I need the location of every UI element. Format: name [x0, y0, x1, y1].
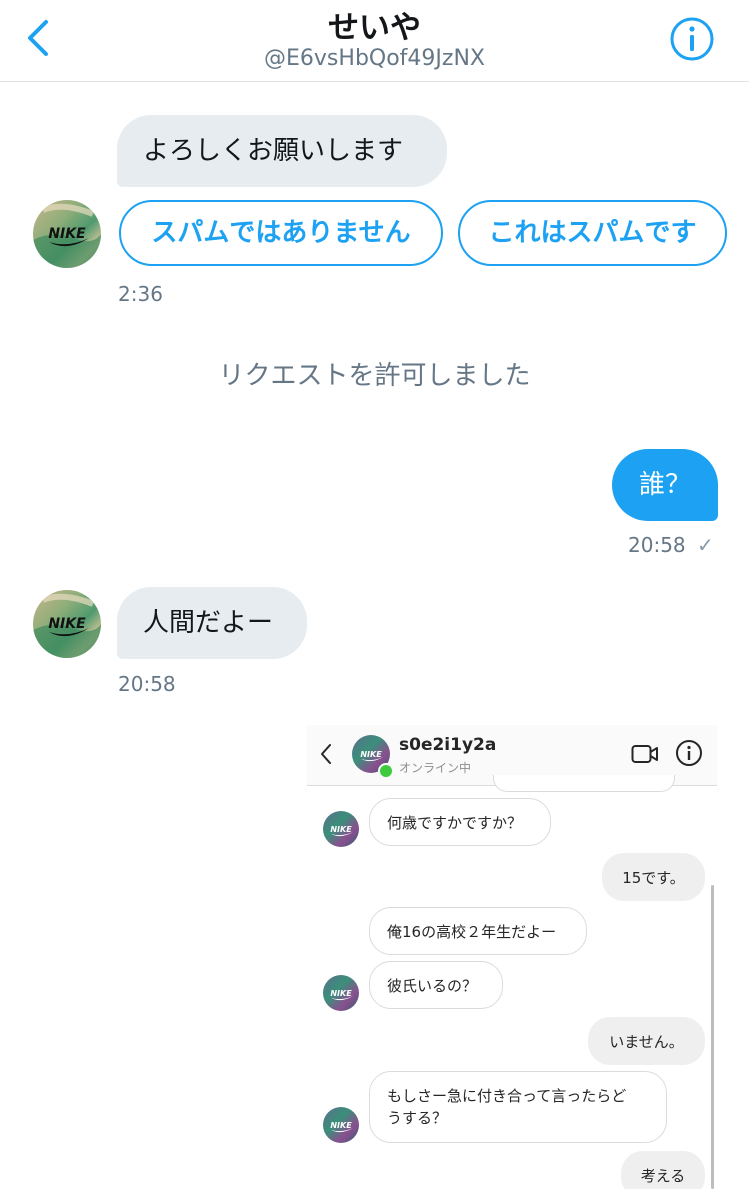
- embedded-online-status: オンライン中: [399, 761, 472, 775]
- incoming-message-bubble: よろしくお願いします: [117, 115, 447, 187]
- request-accepted-notice: リクエストを許可しました: [218, 361, 531, 391]
- attached-screenshot-image[interactable]: NIKE s0e2i1y2a オンライン中 NIKE 何歳ですかですか？ 15で…: [307, 725, 717, 1189]
- embedded-outgoing-bubble: いません。: [588, 1017, 705, 1065]
- incoming-message-bubble: 人間だよー: [117, 587, 307, 659]
- conversation-handle: @E6vsHbQof49JzNX: [264, 46, 485, 71]
- not-spam-button[interactable]: スパムではありません: [119, 200, 443, 266]
- embedded-avatar: NIKE: [323, 811, 359, 847]
- sender-avatar[interactable]: NIKE: [33, 200, 101, 268]
- avatar-logo-text: NIKE: [48, 226, 86, 242]
- embedded-back-chevron-icon: [319, 743, 333, 769]
- avatar-logo-text: NIKE: [360, 750, 382, 759]
- embedded-username: s0e2i1y2a: [399, 735, 497, 755]
- embedded-avatar: NIKE: [323, 975, 359, 1011]
- conversation-header: せいや @E6vsHbQof49JzNX: [0, 0, 749, 82]
- is-spam-button[interactable]: これはスパムです: [458, 200, 727, 266]
- embedded-message-line: うする？: [387, 1109, 448, 1127]
- video-call-icon: [631, 743, 659, 769]
- embedded-scrollbar: [711, 885, 714, 1189]
- sent-checkmark-icon: ✓: [697, 533, 714, 557]
- info-icon[interactable]: [669, 16, 715, 62]
- message-timestamp: 20:58: [118, 672, 176, 696]
- embedded-message-line: もしさー急に付き合って言ったらど: [387, 1087, 627, 1105]
- embedded-outgoing-bubble: 考える: [621, 1151, 705, 1189]
- embedded-info-icon: [675, 739, 703, 771]
- embedded-avatar: NIKE: [323, 1107, 359, 1143]
- conversation-name: せいや: [328, 10, 421, 46]
- embedded-incoming-bubble: 彼氏いるの？: [369, 961, 503, 1009]
- embedded-incoming-bubble: 何歳ですかですか？: [369, 798, 551, 846]
- online-status-dot-icon: [378, 763, 394, 779]
- clipped-previous-bubble: [493, 775, 675, 792]
- avatar-logo-text: NIKE: [330, 1121, 352, 1130]
- avatar-logo-text: NIKE: [48, 616, 86, 632]
- avatar-logo-text: NIKE: [330, 989, 352, 998]
- embedded-incoming-bubble: もしさー急に付き合って言ったらど うする？: [369, 1071, 667, 1143]
- outgoing-message-bubble: 誰？: [612, 449, 718, 521]
- message-timestamp: 20:58: [628, 533, 686, 557]
- avatar-logo-text: NIKE: [330, 825, 352, 834]
- sender-avatar[interactable]: NIKE: [33, 590, 101, 658]
- message-timestamp: 2:36: [118, 282, 163, 306]
- embedded-incoming-bubble: 俺16の高校２年生だよー: [369, 907, 587, 955]
- embedded-outgoing-bubble: 15です。: [602, 853, 705, 901]
